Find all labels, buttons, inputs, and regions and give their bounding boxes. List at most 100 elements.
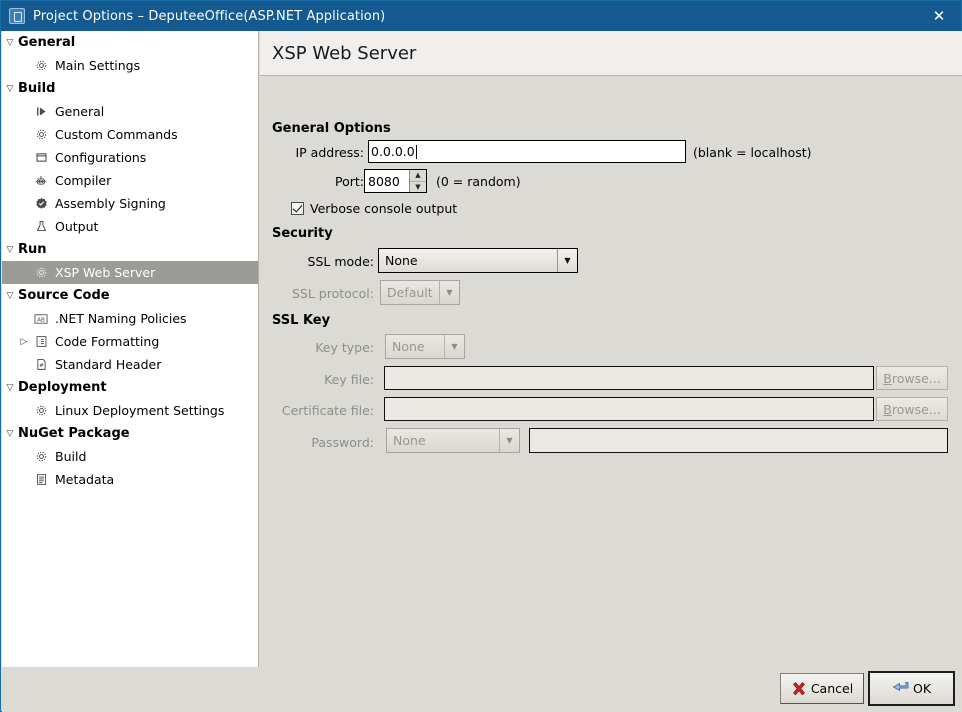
sidebar-item-metadata[interactable]: Metadata xyxy=(2,468,258,491)
ip-address-value: 0.0.0.0 xyxy=(371,144,415,159)
options-tree[interactable]: ▽ General Main Settings ▽ Build General Custom… xyxy=(2,31,259,667)
sidebar-item-label: Linux Deployment Settings xyxy=(55,403,225,418)
sidebar-item-compiler[interactable]: Compiler xyxy=(2,169,258,192)
list-icon xyxy=(32,335,50,348)
enter-arrow-icon xyxy=(892,681,909,696)
sidebar-item-label: Compiler xyxy=(55,173,112,188)
sidebar-item-label: XSP Web Server xyxy=(55,265,156,280)
certificate-file-browse-button[interactable]: Browse... xyxy=(876,397,948,421)
expander-triangle-icon[interactable]: ▽ xyxy=(2,291,18,301)
verbose-console-label: Verbose console output xyxy=(310,201,458,216)
verbose-console-checkbox-row[interactable]: Verbose console output xyxy=(291,201,457,216)
robot-icon xyxy=(32,174,50,187)
certificate-file-label: Certificate file: xyxy=(281,403,374,418)
password-mode-select[interactable]: None ▼ xyxy=(386,428,520,453)
svg-text:AB: AB xyxy=(37,317,45,323)
sidebar-item-main-settings[interactable]: Main Settings xyxy=(2,54,258,77)
panel-body: General Options IP address: 0.0.0.0 (bla… xyxy=(260,77,962,667)
sidebar-item-general[interactable]: General xyxy=(2,100,258,123)
ip-address-hint: (blank = localhost) xyxy=(693,145,812,160)
sidebar-item-output[interactable]: Output xyxy=(2,215,258,238)
gear-icon xyxy=(32,266,50,279)
ssl-mode-select[interactable]: None ▼ xyxy=(378,248,578,273)
tree-group-nuget-package[interactable]: ▽ NuGet Package xyxy=(2,422,258,445)
expander-triangle-icon[interactable]: ▷ xyxy=(16,337,32,347)
sidebar-item-label: Standard Header xyxy=(55,357,162,372)
sidebar-item-code-formatting[interactable]: ▷ Code Formatting xyxy=(2,330,258,353)
sidebar-item-assembly-signing[interactable]: Assembly Signing xyxy=(2,192,258,215)
key-file-browse-button[interactable]: Browse... xyxy=(876,366,948,390)
sidebar-item-build[interactable]: Build xyxy=(2,445,258,468)
chevron-down-icon[interactable]: ▼ xyxy=(444,335,464,358)
ok-button[interactable]: OK xyxy=(868,671,955,706)
sidebar-item-label: General xyxy=(55,104,105,119)
sidebar-item-custom-commands[interactable]: Custom Commands xyxy=(2,123,258,146)
tree-group-label: Source Code xyxy=(18,288,110,303)
expander-triangle-icon[interactable]: ▽ xyxy=(2,429,18,439)
password-mode-value: None xyxy=(393,433,426,448)
tree-group-label: Run xyxy=(18,242,47,257)
tree-group-label: Build xyxy=(18,81,56,96)
password-input[interactable] xyxy=(529,428,948,453)
tree-group-deployment[interactable]: ▽ Deployment xyxy=(2,376,258,399)
gear-icon xyxy=(32,450,50,463)
sidebar-item-net-naming-policies[interactable]: AB .NET Naming Policies xyxy=(2,307,258,330)
tree-group-label: Deployment xyxy=(18,380,107,395)
port-spin-arrows[interactable]: ▲ ▼ xyxy=(409,170,426,192)
port-hint: (0 = random) xyxy=(436,174,521,189)
cancel-button[interactable]: Cancel xyxy=(780,673,864,704)
title-bar: Project Options – DeputeeOffice(ASP.NET … xyxy=(1,1,961,31)
tree-group-build[interactable]: ▽ Build xyxy=(2,77,258,100)
tree-group-label: NuGet Package xyxy=(18,426,130,441)
password-label: Password: xyxy=(311,435,374,450)
sidebar-item-label: Metadata xyxy=(55,472,115,487)
sidebar-item-linux-deployment-settings[interactable]: Linux Deployment Settings xyxy=(2,399,258,422)
port-stepper[interactable]: 8080 ▲ ▼ xyxy=(364,169,427,193)
sidebar-item-standard-header[interactable]: # Standard Header xyxy=(2,353,258,376)
project-options-dialog: Project Options – DeputeeOffice(ASP.NET … xyxy=(0,0,962,712)
doc-icon xyxy=(32,473,50,486)
tree-group-source-code[interactable]: ▽ Source Code xyxy=(2,284,258,307)
main-panel: XSP Web Server General Options IP addres… xyxy=(260,31,962,667)
gear-icon xyxy=(32,128,50,141)
key-type-select[interactable]: None ▼ xyxy=(385,334,465,359)
ssl-mode-label: SSL mode: xyxy=(307,254,374,269)
certificate-file-input[interactable] xyxy=(384,397,874,421)
sidebar-item-configurations[interactable]: Configurations xyxy=(2,146,258,169)
svg-text:#: # xyxy=(39,363,44,369)
expander-triangle-icon[interactable]: ▽ xyxy=(2,383,18,393)
ab-icon: AB xyxy=(32,313,50,325)
ip-address-label: IP address: xyxy=(295,145,364,160)
sidebar-item-label: Assembly Signing xyxy=(55,196,166,211)
ssl-protocol-select[interactable]: Default ▼ xyxy=(380,280,460,305)
sidebar-item-label: Code Formatting xyxy=(55,334,160,349)
ssl-key-heading: SSL Key xyxy=(272,313,331,328)
close-icon[interactable]: ✕ xyxy=(917,1,961,31)
red-x-icon xyxy=(791,681,807,697)
key-type-label: Key type: xyxy=(315,340,374,355)
chevron-down-icon[interactable]: ▼ xyxy=(439,281,459,304)
chevron-down-icon[interactable]: ▼ xyxy=(499,429,519,452)
flask-icon xyxy=(32,220,50,233)
window-title: Project Options – DeputeeOffice(ASP.NET … xyxy=(33,8,386,24)
expander-triangle-icon[interactable]: ▽ xyxy=(2,84,18,94)
sidebar-item-label: Main Settings xyxy=(55,58,141,73)
port-spin-up[interactable]: ▲ xyxy=(410,170,426,182)
sidebar-item-label: Configurations xyxy=(55,150,147,165)
tree-group-general[interactable]: ▽ General xyxy=(2,31,258,54)
cancel-button-label: Cancel xyxy=(810,681,854,696)
expander-triangle-icon[interactable]: ▽ xyxy=(2,245,18,255)
expander-triangle-icon[interactable]: ▽ xyxy=(2,38,18,48)
chevron-down-icon[interactable]: ▼ xyxy=(557,249,577,272)
run-icon xyxy=(32,105,50,118)
ssl-protocol-label: SSL protocol: xyxy=(291,286,374,301)
ip-address-input[interactable]: 0.0.0.0 xyxy=(368,140,686,163)
tree-group-run[interactable]: ▽ Run xyxy=(2,238,258,261)
key-file-input[interactable] xyxy=(384,366,874,390)
sidebar-item-label: Build xyxy=(55,449,87,464)
hash-doc-icon: # xyxy=(32,358,50,371)
sidebar-item-xsp-web-server[interactable]: XSP Web Server xyxy=(2,261,258,284)
gear-icon xyxy=(32,59,50,72)
verbose-console-checkbox[interactable] xyxy=(291,202,304,215)
port-spin-down[interactable]: ▼ xyxy=(410,182,426,193)
